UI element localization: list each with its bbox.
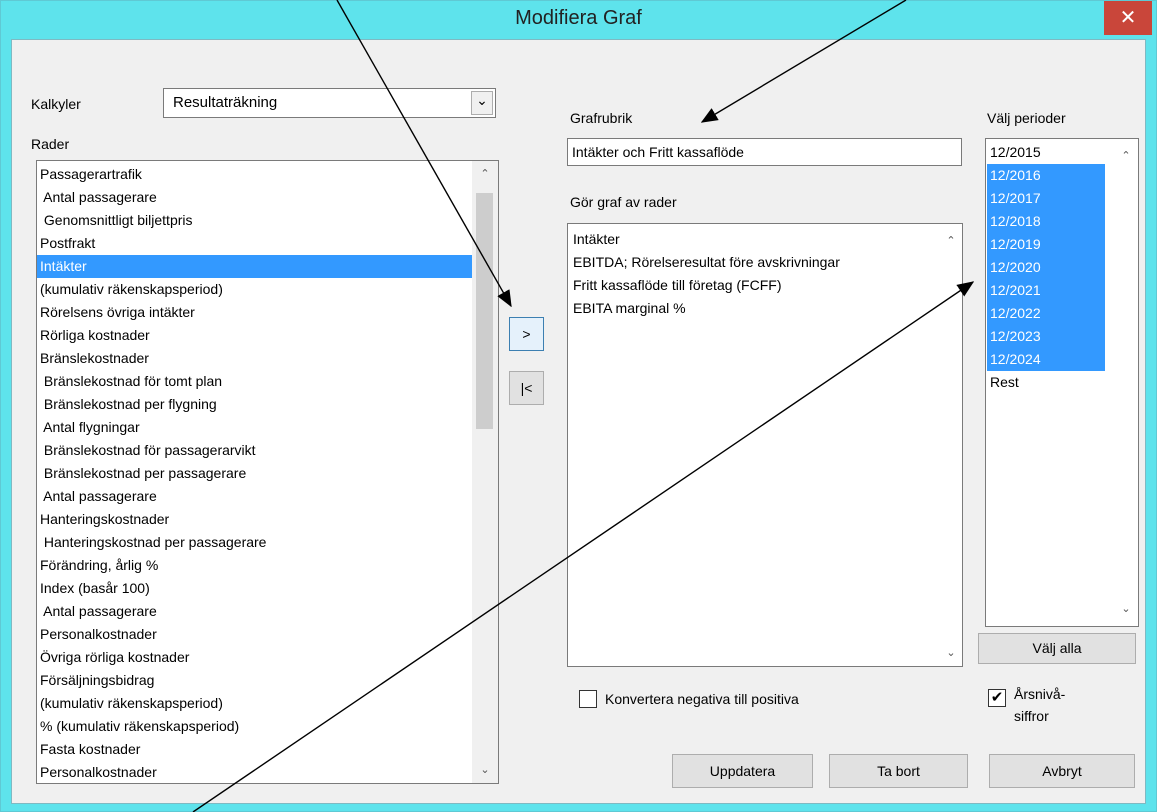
period-list-item[interactable]: Rest <box>987 371 1105 394</box>
rows-list-item[interactable]: Genomsnittligt biljettpris <box>37 209 478 232</box>
rows-list-item[interactable]: Övriga rörliga kostnader <box>37 646 478 669</box>
graph-rows-list-item[interactable]: EBITA marginal % <box>570 297 938 320</box>
rows-list-item[interactable]: Passagerartrafik <box>37 163 478 186</box>
dialog-title: Modifiera Graf <box>515 7 642 29</box>
rows-list-item[interactable]: Rörliga kostnader <box>37 324 478 347</box>
graph-rows-listbox[interactable]: Intäkter EBITDA; Rörelseresultat före avs… <box>567 223 963 667</box>
graph-rows-label: Gör graf av rader <box>570 194 677 210</box>
rows-list-item[interactable]: Intäkter <box>37 255 478 278</box>
rows-list-item[interactable]: Hanteringskostnad per passagerare <box>37 531 478 554</box>
rows-list-item[interactable]: Bränslekostnad per flygning <box>37 393 478 416</box>
rows-list-item[interactable]: Personalkostnader <box>37 623 478 646</box>
periods-scrollbar[interactable]: ⌃ ⌄ <box>1114 139 1138 626</box>
rows-list-item[interactable]: Index (basår 100) <box>37 577 478 600</box>
rows-list-item[interactable]: Hanteringskostnader <box>37 508 478 531</box>
chevron-down-icon[interactable]: ⌄ <box>471 91 493 115</box>
graph-rows-list-item[interactable]: Fritt kassaflöde till företag (FCFF) <box>570 274 938 297</box>
rows-list-item[interactable]: Bränslekostnad för passagerarvikt <box>37 439 478 462</box>
calc-select-value: Resultaträkning <box>173 94 278 111</box>
calc-select[interactable]: Resultaträkning ⌄ <box>163 88 496 118</box>
rows-list-item[interactable]: Förändring, årlig % <box>37 554 478 577</box>
graph-rows-list-item[interactable]: Intäkter <box>570 228 938 251</box>
rows-list-item[interactable]: Rörelsens övriga intäkter <box>37 301 478 324</box>
periods-listbox[interactable]: 12/2015 12/2016 12/2017 12/2018 12/2019 12/20… <box>985 138 1139 627</box>
period-list-item[interactable]: 12/2020 <box>987 256 1105 279</box>
add-row-button[interactable]: > <box>509 317 544 351</box>
remove-row-button[interactable]: |< <box>509 371 544 405</box>
period-list-item[interactable]: 12/2017 <box>987 187 1105 210</box>
rows-list-item[interactable]: Postfrakt <box>37 232 478 255</box>
scroll-up-icon[interactable]: ⌃ <box>472 165 498 183</box>
rows-list-item[interactable]: Bränslekostnad för tomt plan <box>37 370 478 393</box>
graph-title-input[interactable]: Intäkter och Fritt kassaflöde <box>567 138 962 166</box>
convert-checkbox[interactable] <box>579 690 597 708</box>
rows-listbox[interactable]: Passagerartrafik Antal passagerare Genom… <box>36 160 499 784</box>
dialog-body: Kalkyler Resultaträkning ⌄ Rader Passage… <box>11 39 1146 804</box>
rows-list-item[interactable]: (kumulativ räkenskapsperiod) <box>37 692 478 715</box>
annual-label-line2: siffror <box>1014 708 1049 724</box>
rows-list-item[interactable]: Antal passagerare <box>37 600 478 623</box>
rows-list-item[interactable]: Fasta kostnader <box>37 738 478 761</box>
rows-list-item[interactable]: (kumulativ räkenskapsperiod) <box>37 278 478 301</box>
rows-list-item[interactable]: % (kumulativ räkenskapsperiod) <box>37 715 478 738</box>
period-list-item[interactable]: 12/2021 <box>987 279 1105 302</box>
delete-button[interactable]: Ta bort <box>829 754 968 788</box>
rows-label: Rader <box>31 136 70 152</box>
title-bar: Modifiera Graf ✕ <box>1 1 1156 39</box>
period-list-item[interactable]: 12/2024 <box>987 348 1105 371</box>
period-list-item[interactable]: 12/2016 <box>987 164 1105 187</box>
scroll-down-icon[interactable]: ⌄ <box>472 761 498 779</box>
rows-scroll-thumb[interactable] <box>476 193 493 429</box>
periods-items: 12/2015 12/2016 12/2017 12/2018 12/2019 12/20… <box>987 141 1105 394</box>
rows-list-item[interactable]: Antal passagerare <box>37 186 478 209</box>
calc-label: Kalkyler <box>31 96 81 112</box>
annual-checkbox[interactable]: ✔ <box>988 689 1006 707</box>
select-all-button[interactable]: Välj alla <box>978 633 1136 664</box>
rows-list-item[interactable]: Antal flygningar <box>37 416 478 439</box>
graph-rows-items: Intäkter EBITDA; Rörelseresultat före avs… <box>570 228 938 320</box>
rows-list-item[interactable]: Antal passagerare <box>37 485 478 508</box>
update-button[interactable]: Uppdatera <box>672 754 813 788</box>
period-list-item[interactable]: 12/2015 <box>987 141 1105 164</box>
rows-items: Passagerartrafik Antal passagerare Genom… <box>37 163 478 783</box>
rows-list-item[interactable]: Bränslekostnader <box>37 347 478 370</box>
rows-list-item[interactable]: Bränslekostnad per passagerare <box>37 462 478 485</box>
graph-rows-list-item[interactable]: EBITDA; Rörelseresultat före avskrivning… <box>570 251 938 274</box>
graph-rows-scrollbar[interactable]: ⌃ ⌄ <box>942 224 962 666</box>
scroll-up-icon[interactable]: ⌃ <box>942 232 960 250</box>
graph-title-label: Grafrubrik <box>570 110 633 126</box>
period-list-item[interactable]: 12/2019 <box>987 233 1105 256</box>
close-button[interactable]: ✕ <box>1104 1 1152 35</box>
period-list-item[interactable]: 12/2022 <box>987 302 1105 325</box>
periods-label: Välj perioder <box>987 110 1066 126</box>
period-list-item[interactable]: 12/2018 <box>987 210 1105 233</box>
cancel-button[interactable]: Avbryt <box>989 754 1135 788</box>
rows-list-item[interactable]: Personalkostnader <box>37 761 478 783</box>
scroll-up-icon[interactable]: ⌃ <box>1114 147 1138 165</box>
scroll-down-icon[interactable]: ⌄ <box>1114 600 1138 618</box>
convert-label: Konvertera negativa till positiva <box>605 691 799 707</box>
rows-list-item[interactable]: Försäljningsbidrag <box>37 669 478 692</box>
period-list-item[interactable]: 12/2023 <box>987 325 1105 348</box>
annual-label-line1: Årsnivå- <box>1014 686 1066 702</box>
dialog-window: Modifiera Graf ✕ Kalkyler Resultaträknin… <box>0 0 1157 812</box>
scroll-down-icon[interactable]: ⌄ <box>942 644 960 662</box>
rows-scrollbar[interactable]: ⌃ ⌄ <box>472 161 498 783</box>
